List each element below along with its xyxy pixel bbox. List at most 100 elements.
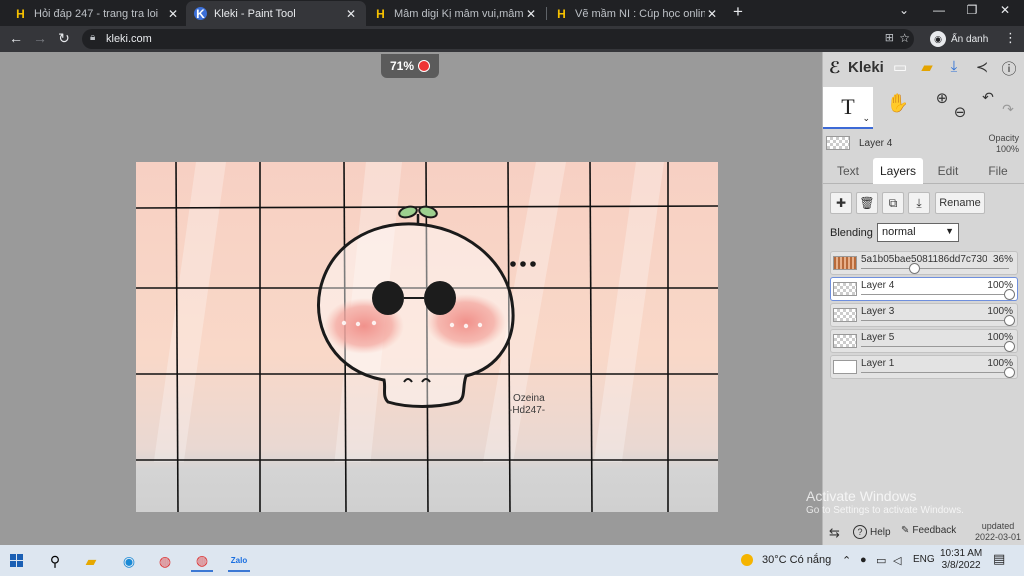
- bookmark-star-icon[interactable]: ☆: [899, 31, 910, 45]
- network-icon[interactable]: ▭: [876, 554, 886, 567]
- opacity-slider-handle[interactable]: [1004, 367, 1015, 378]
- download-icon[interactable]: ⤓: [945, 58, 963, 75]
- close-icon[interactable]: ✕: [705, 7, 719, 21]
- layer-item[interactable]: Layer 4 100%: [830, 277, 1018, 301]
- chevron-down-icon[interactable]: ⌄: [862, 113, 870, 124]
- weather-text[interactable]: 30°C Có nắng: [762, 554, 831, 566]
- layer-opacity: 36%: [992, 254, 1013, 265]
- redo-icon[interactable]: ↷: [993, 101, 1023, 118]
- opacity-slider-track[interactable]: [861, 346, 1009, 347]
- layer-item[interactable]: 5a1b05bae5081186dd7c730e 36%: [830, 251, 1018, 275]
- updated-date: 2022-03-01: [974, 532, 1021, 542]
- help-link[interactable]: ? Help: [853, 525, 891, 539]
- duplicate-layer-button[interactable]: ⧉: [882, 192, 904, 214]
- canvas-workspace[interactable]: 71% Ozeina -Hd247-: [0, 52, 822, 545]
- tab-layers[interactable]: Layers: [873, 158, 923, 184]
- tab-edit[interactable]: Edit: [923, 158, 973, 184]
- microphone-icon[interactable]: ●: [860, 554, 867, 566]
- opacity-slider-track[interactable]: [861, 372, 1009, 373]
- zoom-indicator[interactable]: 71%: [381, 54, 439, 78]
- active-layer-thumbnail: [826, 136, 850, 150]
- tab-ve-mam[interactable]: H Vẽ mầm NI : Cúp học online is th ✕: [547, 1, 727, 26]
- kleki-logo-icon: ℰ: [829, 60, 841, 77]
- updated-label: updated: [981, 521, 1015, 531]
- tool-row: T ⌄ ✋ ⊕ ⊖ ↶ ↷: [823, 87, 1024, 129]
- volume-icon[interactable]: ◁: [893, 554, 901, 567]
- kleki-icon: K: [194, 7, 207, 21]
- feedback-link[interactable]: ✎ Feedback: [901, 525, 956, 536]
- forward-arrow-icon[interactable]: →: [32, 30, 48, 46]
- close-icon[interactable]: ✕: [166, 7, 180, 21]
- signature-name: Ozeina: [513, 393, 545, 404]
- swap-arrows-icon[interactable]: ⇆: [829, 525, 840, 541]
- sun-icon: [741, 554, 753, 566]
- add-layer-button[interactable]: ✚: [830, 192, 852, 214]
- edge-icon[interactable]: ◉: [118, 550, 140, 572]
- merge-down-button[interactable]: ⤓: [908, 192, 930, 214]
- close-icon[interactable]: ✕: [524, 7, 538, 21]
- clock-time: 10:31 AM: [940, 548, 983, 559]
- chrome-icon[interactable]: ◍: [154, 550, 176, 572]
- search-icon[interactable]: ⚲: [44, 550, 66, 572]
- tab-kleki[interactable]: K Kleki - Paint Tool ✕: [186, 1, 366, 26]
- tab-search-chevron-icon[interactable]: ⌄: [897, 3, 911, 17]
- reload-icon[interactable]: ↻: [56, 30, 72, 47]
- layer-item[interactable]: Layer 1 100%: [830, 355, 1018, 379]
- delete-layer-button[interactable]: 🗑︎: [856, 192, 878, 214]
- rotation-reset-icon[interactable]: [418, 60, 431, 72]
- close-icon[interactable]: ✕: [344, 7, 358, 21]
- hand-tool-icon[interactable]: ✋: [883, 93, 913, 114]
- windows-start-icon[interactable]: [10, 554, 23, 567]
- zalo-icon[interactable]: Zalo: [228, 550, 250, 572]
- screen: H Hỏi đáp 247 - trang tra loi ✕ K Kleki …: [0, 0, 1024, 576]
- layer-item[interactable]: Layer 5 100%: [830, 329, 1018, 353]
- kleki-side-panel: ℰ Kleki ▭ ▰ ⤓ ≺ ⓘ T ⌄ ✋ ⊕ ⊖ ↶ ↷ Layer 4 O…: [822, 52, 1024, 545]
- help-circle-icon[interactable]: ⓘ: [1000, 58, 1018, 79]
- opacity-slider-handle[interactable]: [909, 263, 921, 274]
- drawing-canvas[interactable]: Ozeina -Hd247-: [136, 162, 718, 512]
- browser-menu-icon[interactable]: ⋮: [1004, 30, 1017, 46]
- incognito-badge[interactable]: ◉ Ẩn danh: [930, 31, 988, 47]
- opacity-slider-track[interactable]: [861, 320, 1009, 321]
- question-icon: ?: [853, 525, 867, 539]
- share-icon[interactable]: ≺: [973, 58, 991, 76]
- new-tab-icon[interactable]: +: [733, 2, 743, 22]
- address-bar[interactable]: 🔒︎ kleki.com ⊞ ☆: [82, 29, 914, 49]
- opacity-slider-handle[interactable]: [1004, 289, 1015, 300]
- chrome-active-icon[interactable]: ◍: [191, 550, 213, 572]
- blending-select[interactable]: normal ▼: [877, 223, 959, 242]
- tab-title: Mâm digi Kị mâm vui,mâm buồn: [394, 7, 524, 20]
- layer-thumbnail: [833, 308, 857, 322]
- updated-info[interactable]: updated 2022-03-01: [975, 521, 1021, 543]
- text-tool-button[interactable]: T ⌄: [823, 87, 873, 129]
- clock-date: 3/8/2022: [941, 560, 981, 571]
- tab-hoidap[interactable]: H Hỏi đáp 247 - trang tra loi ✕: [6, 1, 188, 26]
- layer-name: 5a1b05bae5081186dd7c730e: [861, 254, 987, 265]
- back-arrow-icon[interactable]: ←: [8, 30, 24, 46]
- feedback-icon: ✎: [901, 525, 910, 536]
- zoom-out-icon[interactable]: ⊖: [945, 103, 975, 121]
- window-close-icon[interactable]: ✕: [998, 3, 1012, 17]
- notification-icon[interactable]: ▤: [993, 551, 1005, 567]
- file-explorer-icon[interactable]: ▰: [80, 550, 102, 572]
- translate-icon[interactable]: ⊞: [885, 31, 894, 44]
- opacity-slider-track[interactable]: [861, 268, 1009, 269]
- new-image-icon[interactable]: ▭: [891, 58, 909, 76]
- chevron-up-icon[interactable]: ⌃: [842, 554, 851, 567]
- opacity-slider-track[interactable]: [861, 294, 1009, 295]
- opacity-slider-handle[interactable]: [1004, 341, 1015, 352]
- open-folder-icon[interactable]: ▰: [918, 58, 936, 76]
- tab-mam-digi[interactable]: H Mâm digi Kị mâm vui,mâm buồn ✕: [366, 1, 546, 26]
- system-clock[interactable]: 10:31 AM 3/8/2022: [940, 548, 982, 572]
- tab-title: Vẽ mầm NI : Cúp học online is th: [575, 7, 705, 20]
- minimize-icon[interactable]: —: [932, 3, 946, 17]
- opacity-slider-handle[interactable]: [1004, 315, 1015, 326]
- layer-item[interactable]: Layer 3 100%: [830, 303, 1018, 327]
- restore-icon[interactable]: ❐: [965, 3, 979, 17]
- tab-file[interactable]: File: [973, 158, 1023, 184]
- language-indicator[interactable]: ENG: [913, 554, 935, 565]
- tab-text[interactable]: Text: [823, 158, 873, 184]
- kleki-logo[interactable]: ℰ Kleki: [829, 58, 884, 78]
- artwork: [136, 162, 718, 512]
- rename-button[interactable]: Rename: [935, 192, 985, 214]
